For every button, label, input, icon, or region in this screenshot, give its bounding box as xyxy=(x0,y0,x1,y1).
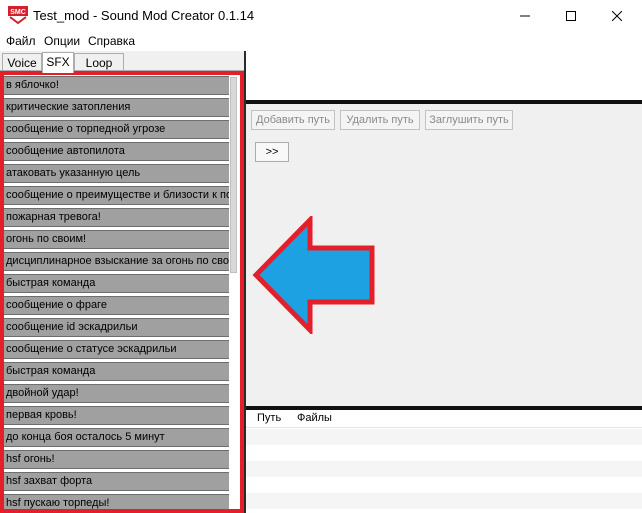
app-icon: SMC xyxy=(8,6,28,24)
maximize-icon xyxy=(566,10,576,21)
maximize-button[interactable] xyxy=(548,0,594,31)
remove-path-button[interactable]: Удалить путь xyxy=(340,110,420,130)
list-item[interactable]: сообщение о статусе эскадрильи xyxy=(3,340,230,359)
column-path[interactable]: Путь xyxy=(257,412,281,424)
list-item[interactable]: критические затопления xyxy=(3,98,230,117)
table-header: Путь Файлы xyxy=(246,410,642,428)
menu-options[interactable]: Опции xyxy=(44,34,80,48)
list-item[interactable]: дисциплинарное взыскание за огонь по сво… xyxy=(3,252,230,271)
menu-file[interactable]: Файл xyxy=(6,34,36,48)
svg-text:SMC: SMC xyxy=(10,9,26,16)
table-row xyxy=(246,461,642,477)
tab-sfx[interactable]: SFX xyxy=(42,52,74,73)
column-files[interactable]: Файлы xyxy=(297,412,332,424)
table-row xyxy=(246,493,642,509)
table-row xyxy=(246,477,642,493)
list-item[interactable]: сообщение о торпедной угрозе xyxy=(3,120,230,139)
mute-path-button[interactable]: Заглушить путь xyxy=(425,110,513,130)
list-item[interactable]: сообщение о фраге xyxy=(3,296,230,315)
list-item[interactable]: двойной удар! xyxy=(3,384,230,403)
list-item[interactable]: сообщение id эскадрильи xyxy=(3,318,230,337)
list-item[interactable]: hsf захват форта xyxy=(3,472,230,491)
list-item[interactable]: hsf огонь! xyxy=(3,450,230,469)
sound-event-list[interactable]: в яблочко! критические затопления сообщени… xyxy=(0,70,245,513)
list-item[interactable]: сообщение о преимуществе и близости к по… xyxy=(3,186,230,205)
list-item[interactable]: быстрая команда xyxy=(3,274,230,293)
minimize-icon xyxy=(520,15,530,16)
files-table[interactable]: Путь Файлы xyxy=(246,410,642,513)
list-item[interactable]: сообщение автопилота xyxy=(3,142,230,161)
list-item[interactable]: первая кровь! xyxy=(3,406,230,425)
list-item[interactable]: hsf пускаю торпеды! xyxy=(3,494,230,513)
list-item[interactable]: до конца боя осталось 5 минут xyxy=(3,428,230,447)
list-scrollbar[interactable] xyxy=(229,75,238,511)
list-item[interactable]: огонь по своим! xyxy=(3,230,230,249)
menu-help[interactable]: Справка xyxy=(88,34,135,48)
tab-bar: Voice SFX Loop xyxy=(0,52,242,73)
scroll-thumb[interactable] xyxy=(230,77,237,273)
add-path-button[interactable]: Добавить путь xyxy=(251,110,335,130)
menu-bar: Файл Опции Справка xyxy=(0,31,642,51)
minimize-button[interactable] xyxy=(502,0,548,31)
window-title: Test_mod - Sound Mod Creator 0.1.14 xyxy=(33,8,255,23)
close-button[interactable] xyxy=(594,0,640,31)
list-item[interactable]: атаковать указанную цель xyxy=(3,164,230,183)
close-icon xyxy=(612,10,622,21)
list-item[interactable]: в яблочко! xyxy=(3,76,230,95)
title-bar: SMC Test_mod - Sound Mod Creator 0.1.14 xyxy=(0,0,642,31)
list-item[interactable]: пожарная тревога! xyxy=(3,208,230,227)
table-row xyxy=(246,445,642,461)
table-row xyxy=(246,429,642,445)
go-button[interactable]: >> xyxy=(255,142,289,162)
annotation-arrow-icon xyxy=(252,216,375,334)
list-item[interactable]: быстрая команда xyxy=(3,362,230,381)
top-right-panel xyxy=(246,51,642,101)
